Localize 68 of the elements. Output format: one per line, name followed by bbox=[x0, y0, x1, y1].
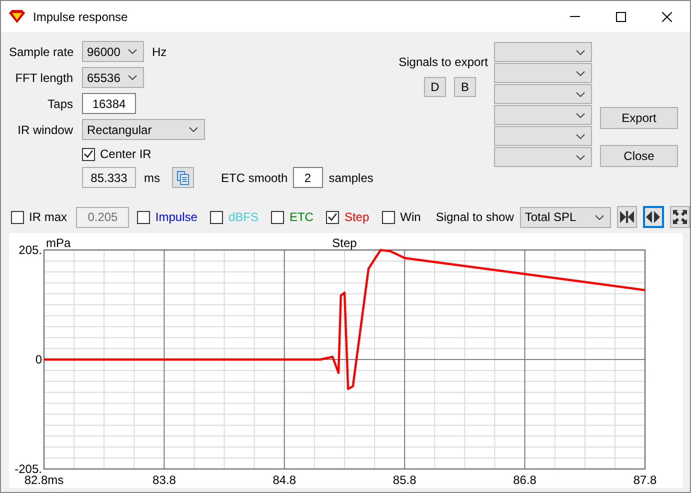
axis-tick-label: 205. bbox=[18, 243, 42, 257]
axis-tick-label: 82.8ms bbox=[24, 473, 64, 487]
unit-label: ms bbox=[144, 170, 160, 184]
field-label: Signal to show bbox=[436, 210, 514, 224]
unit-label: samples bbox=[328, 170, 374, 184]
field-label: Signals to export bbox=[398, 55, 489, 69]
app-logo-icon bbox=[9, 10, 25, 23]
chevron-icon bbox=[576, 154, 585, 160]
copy-button[interactable] bbox=[172, 167, 194, 188]
axis-tick-label: 86.8 bbox=[513, 473, 536, 487]
axis-tick-label: 85.8 bbox=[392, 473, 416, 487]
checkbox-label: Win bbox=[400, 210, 421, 224]
dropdown[interactable]: Total SPL bbox=[520, 206, 611, 228]
view-button[interactable] bbox=[616, 206, 638, 228]
unit-label: Hz bbox=[152, 44, 167, 58]
checkbox-label: ETC bbox=[289, 210, 314, 224]
view-button[interactable] bbox=[670, 206, 690, 228]
chevron-icon bbox=[128, 75, 137, 80]
checkbox[interactable] bbox=[382, 210, 396, 224]
axis-tick-label: 87.8 bbox=[633, 473, 657, 487]
export-toggle-button[interactable]: B bbox=[454, 77, 476, 97]
delay-field: 85.333 bbox=[82, 167, 136, 188]
field-label: IR window bbox=[16, 122, 73, 136]
export-toggle-button[interactable]: D bbox=[424, 77, 446, 97]
checkbox[interactable] bbox=[82, 148, 95, 160]
checkbox-label: Step bbox=[344, 210, 370, 224]
field-label: Sample rate bbox=[9, 44, 73, 58]
checkbox-label: dBFS bbox=[228, 210, 258, 224]
checkbox[interactable] bbox=[137, 210, 150, 224]
close-icon bbox=[662, 12, 672, 22]
dropdown[interactable]: 96000 bbox=[82, 41, 144, 62]
dropdown[interactable]: Rectangular bbox=[82, 119, 205, 140]
axis-tick-label: 84.8 bbox=[272, 473, 296, 487]
chevron-icon bbox=[576, 92, 585, 96]
copy-icon bbox=[177, 170, 189, 184]
axis-unit: mPa bbox=[46, 236, 71, 250]
chevron-icon bbox=[576, 112, 585, 118]
view-button[interactable] bbox=[643, 206, 664, 228]
chevron-icon bbox=[594, 214, 604, 220]
field-label: FFT length bbox=[14, 70, 73, 84]
expand-icon bbox=[646, 211, 660, 223]
chart-title: Step bbox=[332, 236, 357, 250]
field-label: Taps bbox=[46, 96, 73, 110]
axis-tick-label: -205. bbox=[14, 462, 42, 476]
axis-tick-label: 0 bbox=[35, 352, 42, 366]
window-title: Impulse response bbox=[33, 10, 129, 24]
chevron-icon bbox=[128, 49, 137, 54]
fullscreen-icon bbox=[672, 210, 687, 224]
collapse-icon bbox=[620, 211, 634, 223]
dropdown[interactable]: 65536 bbox=[82, 67, 144, 88]
close-dialog-button[interactable]: Close bbox=[600, 145, 678, 167]
export-button[interactable]: Export bbox=[600, 107, 678, 129]
chevron-icon bbox=[576, 134, 585, 138]
chevron-icon bbox=[189, 127, 198, 132]
maximize-icon bbox=[616, 12, 626, 22]
minimize-icon bbox=[570, 16, 580, 17]
checkbox[interactable] bbox=[271, 210, 284, 224]
chevron-icon bbox=[576, 50, 585, 54]
input-field[interactable]: 16384 bbox=[82, 93, 136, 114]
checkbox[interactable] bbox=[210, 210, 224, 224]
checkbox-label: Impulse bbox=[155, 210, 198, 224]
checkbox-label: IR max bbox=[29, 210, 68, 224]
checkbox[interactable] bbox=[326, 210, 340, 224]
checkbox-label: Center IR bbox=[100, 147, 152, 161]
axis-tick-label: 83.8 bbox=[152, 473, 176, 487]
chevron-icon bbox=[576, 70, 585, 76]
input-field[interactable]: 2 bbox=[292, 167, 323, 188]
field-label: ETC smooth bbox=[221, 170, 288, 184]
